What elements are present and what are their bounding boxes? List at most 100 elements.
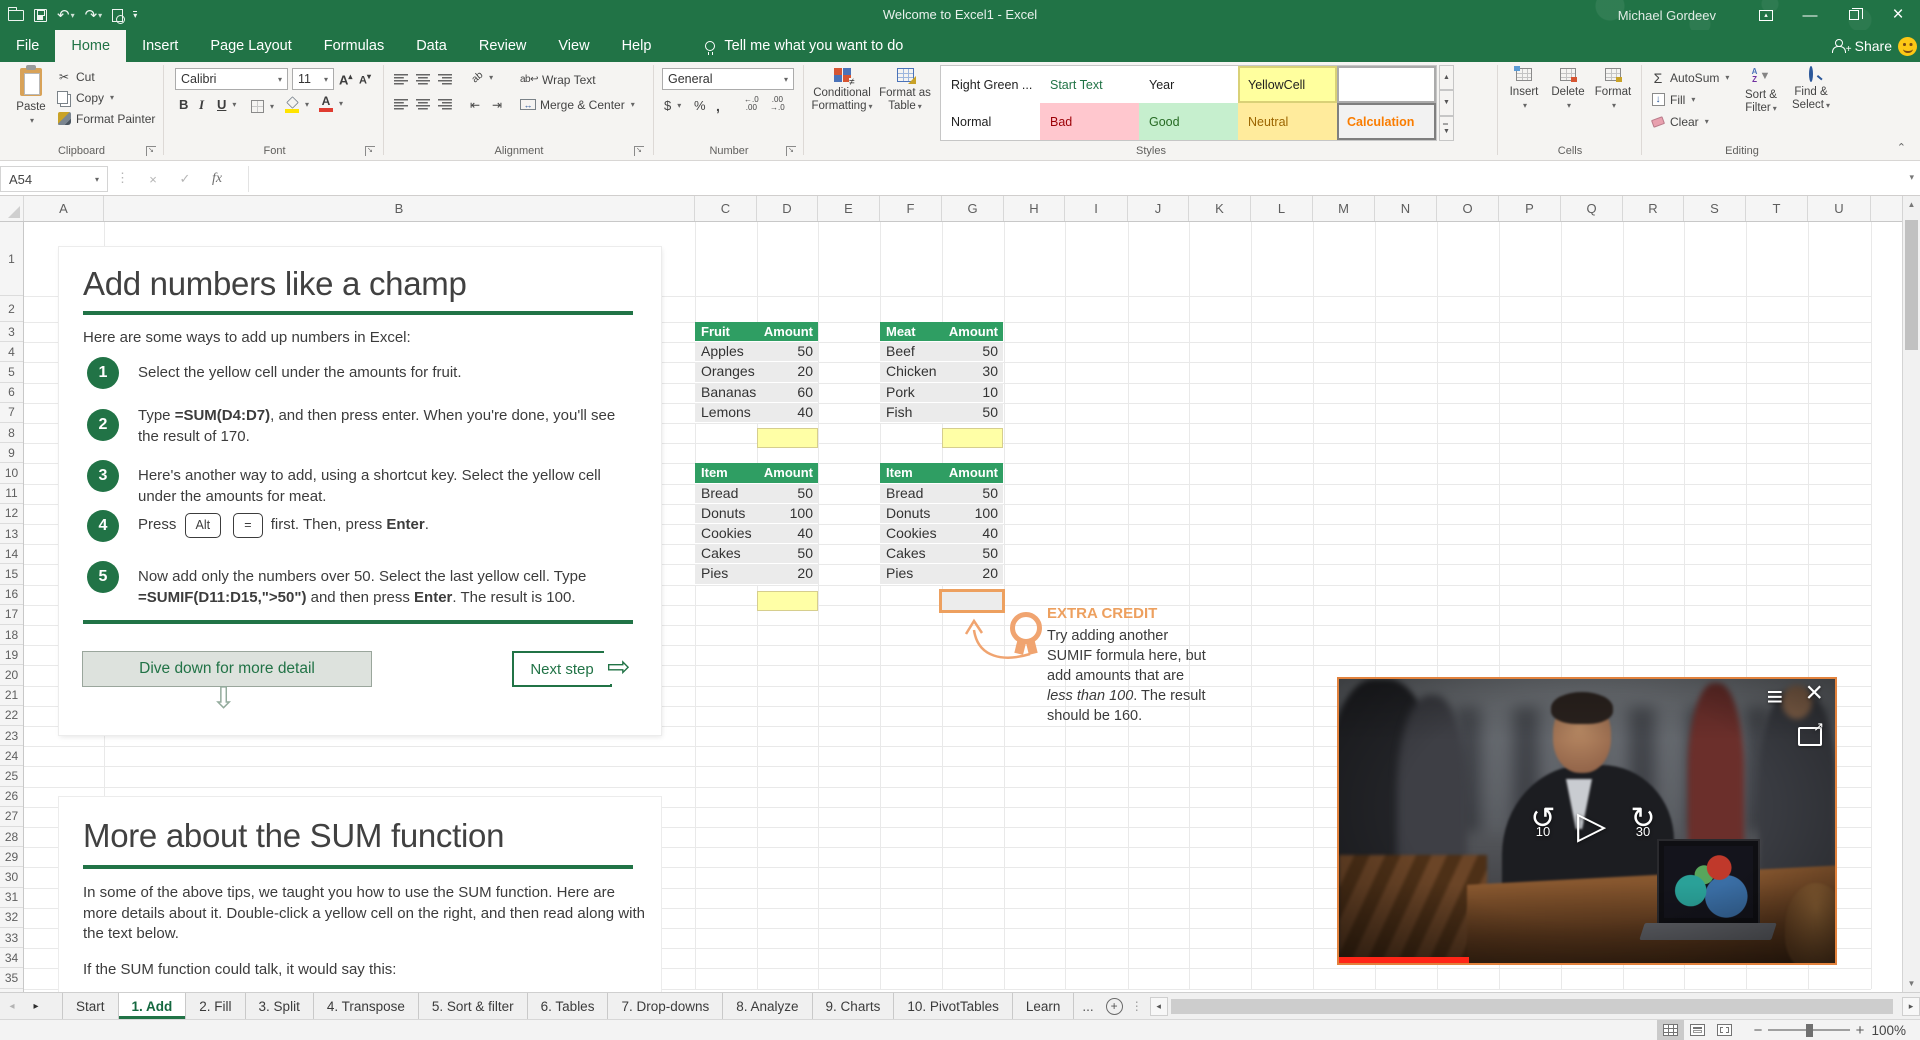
column-header-L[interactable]: L — [1251, 196, 1313, 221]
orientation-icon[interactable]: ab ▾ — [472, 67, 493, 88]
row-header-9[interactable]: 9 — [0, 443, 23, 463]
sheet-tab-learn[interactable]: Learn — [1013, 993, 1075, 1019]
copy-button[interactable]: Copy▾ — [56, 87, 114, 108]
row-header-22[interactable]: 22 — [0, 706, 23, 726]
style-good[interactable]: Good — [1139, 103, 1238, 140]
table-row[interactable]: Cakes50 — [695, 544, 818, 564]
style-normal[interactable]: Normal — [941, 103, 1040, 140]
find-select-button[interactable]: Find & Select▾ — [1786, 64, 1836, 140]
table-row[interactable]: Bread50 — [880, 484, 1003, 504]
fill-button[interactable]: ↓Fill▾ — [1650, 89, 1695, 110]
sheet-tab-1-add[interactable]: 1. Add — [119, 993, 187, 1019]
row-header-18[interactable]: 18 — [0, 625, 23, 645]
collapse-ribbon-icon[interactable]: ⌃︎ — [1897, 141, 1906, 154]
row-header-28[interactable]: 28 — [0, 827, 23, 847]
column-header-D[interactable]: D — [757, 196, 818, 221]
fruit-answer-cell[interactable] — [757, 428, 818, 448]
column-header-N[interactable]: N — [1375, 196, 1437, 221]
accounting-format-icon[interactable]: $ ▾ — [664, 95, 681, 116]
style-calculation[interactable]: Calculation — [1337, 103, 1436, 140]
column-header-I[interactable]: I — [1065, 196, 1128, 221]
tell-me-box[interactable]: Tell me what you want to do — [705, 30, 903, 62]
row-header-35[interactable]: 35 — [0, 968, 23, 988]
row-header-34[interactable]: 34 — [0, 948, 23, 968]
row-header-10[interactable]: 10 — [0, 463, 23, 483]
row-header-14[interactable]: 14 — [0, 544, 23, 564]
fill-color-icon[interactable]: ▾ — [285, 94, 309, 115]
clipboard-dialog-launcher-icon[interactable] — [146, 146, 156, 156]
format-painter-button[interactable]: Format Painter — [56, 108, 155, 129]
sheet-tab-4-transpose[interactable]: 4. Transpose — [314, 993, 419, 1019]
decrease-decimal-icon[interactable]: .00 →.0 — [770, 93, 785, 114]
items-left-answer-cell[interactable] — [757, 591, 818, 611]
ribbon-tab-data[interactable]: Data — [400, 30, 463, 62]
bold-icon[interactable]: B — [179, 94, 188, 115]
row-header-30[interactable]: 30 — [0, 867, 23, 887]
signed-in-user[interactable]: Michael Gordeev — [1618, 8, 1716, 23]
video-play-icon[interactable]: ▷ — [1577, 805, 1606, 847]
table-row[interactable]: Pies20 — [695, 564, 818, 584]
font-size-select[interactable]: 11▾ — [292, 68, 334, 90]
increase-decimal-icon[interactable]: ←.0.00 — [744, 93, 759, 114]
alignment-dialog-launcher-icon[interactable] — [634, 146, 644, 156]
next-step-button[interactable]: Next step — [512, 651, 612, 687]
conditional-formatting-button[interactable]: Conditional Formatting▾ — [810, 64, 874, 140]
sheet-tab-10-pivottables[interactable]: 10. PivotTables — [894, 993, 1013, 1019]
scroll-up-icon[interactable]: ▲ — [1903, 196, 1920, 213]
tutorial-video-player[interactable]: ≡ × ↺10 ▷ ↻30 — [1337, 677, 1837, 965]
ribbon-tab-formulas[interactable]: Formulas — [308, 30, 400, 62]
style-year[interactable]: Year — [1139, 66, 1238, 103]
sort-filter-button[interactable]: AZ▼ Sort & Filter▾ — [1736, 64, 1786, 140]
row-header-12[interactable]: 12 — [0, 504, 23, 524]
row-header-7[interactable]: 7 — [0, 403, 23, 423]
sheet-tab-6-tables[interactable]: 6. Tables — [528, 993, 609, 1019]
ribbon-tab-help[interactable]: Help — [606, 30, 668, 62]
middle-align-icon[interactable] — [416, 69, 430, 90]
new-sheet-icon[interactable]: + — [1106, 998, 1123, 1015]
video-menu-icon[interactable]: ≡ — [1767, 683, 1783, 711]
row-header-21[interactable]: 21 — [0, 686, 23, 706]
style-blank[interactable] — [1337, 66, 1436, 103]
table-row[interactable]: Bread50 — [695, 484, 818, 504]
normal-view-button[interactable] — [1657, 1020, 1684, 1040]
column-header-P[interactable]: P — [1499, 196, 1561, 221]
wrap-text-button[interactable]: ab↩Wrap Text — [520, 69, 596, 90]
delete-cells-button[interactable]: Delete▾ — [1546, 64, 1590, 140]
borders-icon[interactable]: ▾ — [251, 96, 274, 117]
column-header-T[interactable]: T — [1746, 196, 1808, 221]
increase-indent-icon[interactable]: ⇥ — [492, 94, 502, 115]
row-header-15[interactable]: 15 — [0, 564, 23, 584]
row-header-5[interactable]: 5 — [0, 362, 23, 382]
style-bad[interactable]: Bad — [1040, 103, 1139, 140]
page-break-preview-button[interactable] — [1711, 1020, 1738, 1040]
vertical-scroll-thumb[interactable] — [1905, 220, 1918, 350]
decrease-font-icon[interactable]: A▾ — [359, 69, 371, 90]
video-close-icon[interactable]: × — [1805, 677, 1823, 709]
zoom-level[interactable]: 100% — [1868, 1023, 1920, 1038]
autosum-button[interactable]: ΣAutoSum▾ — [1650, 67, 1729, 88]
increase-font-icon[interactable]: A▴ — [339, 69, 352, 90]
row-header-27[interactable]: 27 — [0, 807, 23, 827]
column-header-H[interactable]: H — [1004, 196, 1065, 221]
gallery-more-icon[interactable]: ═ ▼ — [1439, 116, 1454, 141]
column-header-M[interactable]: M — [1313, 196, 1375, 221]
column-header-U[interactable]: U — [1808, 196, 1871, 221]
table-row[interactable]: Pies20 — [880, 564, 1003, 584]
video-progress-bar[interactable] — [1339, 957, 1469, 963]
horizontal-scrollbar[interactable] — [1169, 997, 1901, 1016]
table-row[interactable]: Donuts100 — [880, 504, 1003, 524]
row-header-16[interactable]: 16 — [0, 585, 23, 605]
gallery-down-icon[interactable]: ▼ — [1439, 90, 1454, 115]
table-row[interactable]: Bananas60 — [695, 383, 818, 403]
sheet-tab-2-fill[interactable]: 2. Fill — [186, 993, 245, 1019]
column-header-C[interactable]: C — [695, 196, 757, 221]
skip-back-10-icon[interactable]: ↺10 — [1521, 807, 1565, 837]
top-align-icon[interactable] — [394, 69, 408, 90]
restore-icon[interactable] — [1832, 0, 1876, 30]
page-layout-view-button[interactable] — [1684, 1020, 1711, 1040]
column-header-E[interactable]: E — [818, 196, 880, 221]
formula-input[interactable] — [248, 166, 1894, 192]
row-header-29[interactable]: 29 — [0, 847, 23, 867]
sheet-tab-5-sort-filter[interactable]: 5. Sort & filter — [419, 993, 528, 1019]
select-all-corner[interactable] — [0, 196, 24, 221]
